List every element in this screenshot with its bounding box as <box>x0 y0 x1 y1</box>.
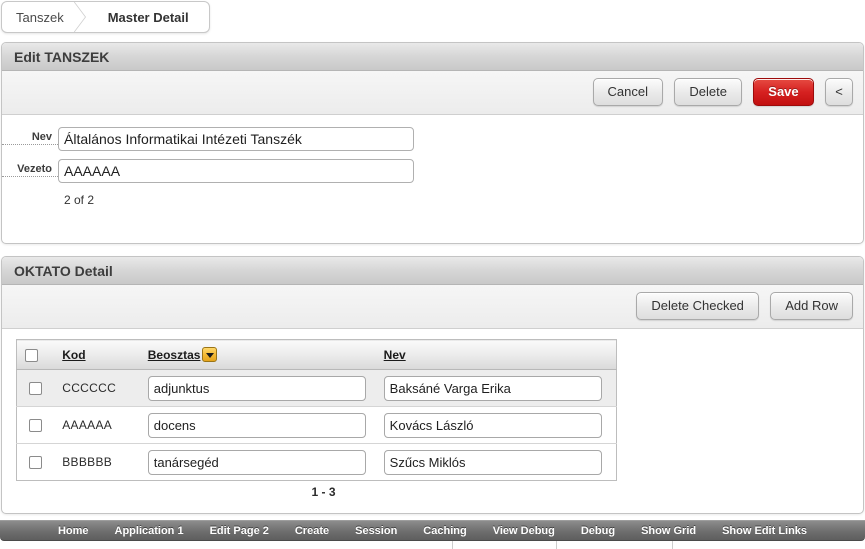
add-row-button[interactable]: Add Row <box>770 292 853 320</box>
row-beosztas-input[interactable] <box>147 412 366 438</box>
detail-region-toolbar: Delete Checked Add Row <box>2 285 863 329</box>
sort-link-beosztas[interactable]: Beosztas <box>148 348 201 362</box>
dev-link-show-edit-links[interactable]: Show Edit Links <box>709 525 820 537</box>
dev-link-view-debug[interactable]: View Debug <box>480 525 568 537</box>
detail-region-title: OKTATO Detail <box>2 257 863 285</box>
row-nev-cell <box>376 444 617 481</box>
cancel-button[interactable]: Cancel <box>592 78 664 106</box>
row-select-cell <box>17 444 55 481</box>
table-header-row: Kod Beosztas Nev <box>16 339 617 370</box>
dev-link-session[interactable]: Session <box>342 525 410 537</box>
sort-link-nev[interactable]: Nev <box>384 348 406 362</box>
table-header-select <box>16 339 55 370</box>
detail-grid-wrapper: Kod Beosztas Nev CCCCCC adjunktus Baksán… <box>2 329 863 511</box>
master-detail-edit-region: Edit TANSZEK Cancel Delete Save < Nev Ve… <box>1 42 864 244</box>
master-region-title: Edit TANSZEK <box>2 43 863 71</box>
row-checkbox[interactable] <box>29 382 43 396</box>
delete-button[interactable]: Delete <box>674 78 742 106</box>
table-header-beosztas: Beosztas <box>139 339 376 370</box>
overflow-divider <box>672 541 673 549</box>
row-nev-input[interactable] <box>383 412 602 438</box>
vezeto-label: Vezeto <box>2 162 58 177</box>
table-header-kod: Kod <box>54 339 140 370</box>
table-row: CCCCCC <box>16 369 617 407</box>
master-row-count: 2 of 2 <box>64 193 95 207</box>
form-row-vezeto: Vezeto <box>2 159 863 183</box>
sort-link-kod[interactable]: Kod <box>62 348 85 362</box>
dev-link-caching[interactable]: Caching <box>410 525 479 537</box>
overflow-divider <box>556 541 557 549</box>
table-body: CCCCCC AAAAAA <box>16 369 617 481</box>
vezeto-input[interactable] <box>58 159 414 183</box>
oktato-detail-region: OKTATO Detail Delete Checked Add Row Kod… <box>1 256 864 514</box>
form-row-nev: Nev <box>2 127 863 151</box>
dev-link-show-grid[interactable]: Show Grid <box>628 525 709 537</box>
nev-label: Nev <box>2 130 58 145</box>
row-beosztas-cell <box>139 369 376 407</box>
row-nev-cell <box>375 369 617 407</box>
row-checkbox[interactable] <box>29 456 43 470</box>
breadcrumb-item-tanszek[interactable]: Tanszek <box>2 2 76 32</box>
dev-link-debug[interactable]: Debug <box>568 525 628 537</box>
table-header-nev: Nev <box>375 339 617 370</box>
save-button[interactable]: Save <box>753 78 814 106</box>
table-row: BBBBBB <box>17 444 617 481</box>
breadcrumb: Tanszek Master Detail <box>0 0 210 36</box>
row-kod: AAAAAA <box>54 406 140 444</box>
table-row: AAAAAA <box>16 406 617 444</box>
page-bottom-overflow <box>0 541 865 549</box>
breadcrumb-separator-icon <box>76 2 90 32</box>
dev-link-create[interactable]: Create <box>282 525 342 537</box>
row-beosztas-cell <box>139 406 376 444</box>
dev-link-home[interactable]: Home <box>45 525 102 537</box>
breadcrumb-pill: Tanszek Master Detail <box>1 1 210 33</box>
developer-toolbar: Home Application 1 Edit Page 2 Create Se… <box>0 520 865 541</box>
chevron-down-icon[interactable] <box>202 347 218 362</box>
back-button[interactable]: < <box>825 78 853 106</box>
row-kod: BBBBBB <box>62 455 113 469</box>
row-beosztas-cell <box>140 444 376 481</box>
row-select-cell <box>16 406 55 444</box>
breadcrumb-item-master-detail: Master Detail <box>107 9 189 25</box>
row-nev-input[interactable] <box>383 449 602 475</box>
delete-checked-button[interactable]: Delete Checked <box>636 292 759 320</box>
dev-link-application-1[interactable]: Application 1 <box>102 525 197 537</box>
master-region-toolbar: Cancel Delete Save < <box>2 71 863 115</box>
row-checkbox[interactable] <box>29 419 43 433</box>
row-kod: CCCCCC <box>54 369 140 407</box>
table-header: Kod Beosztas Nev <box>16 339 617 370</box>
row-beosztas-input[interactable] <box>147 375 366 401</box>
dev-link-edit-page-2[interactable]: Edit Page 2 <box>197 525 282 537</box>
row-nev-cell <box>375 406 617 444</box>
detail-pagination: 1 - 3 <box>311 485 336 499</box>
master-form: Nev Vezeto 2 of 2 <box>2 115 863 217</box>
row-nev-input[interactable] <box>383 375 602 401</box>
select-all-checkbox[interactable] <box>25 348 38 362</box>
row-beosztas-input[interactable] <box>147 449 366 475</box>
overflow-divider <box>452 541 453 549</box>
oktato-table: Kod Beosztas Nev CCCCCC adjunktus Baksán… <box>16 339 617 481</box>
row-select-cell <box>16 369 55 407</box>
nev-input[interactable] <box>58 127 414 151</box>
